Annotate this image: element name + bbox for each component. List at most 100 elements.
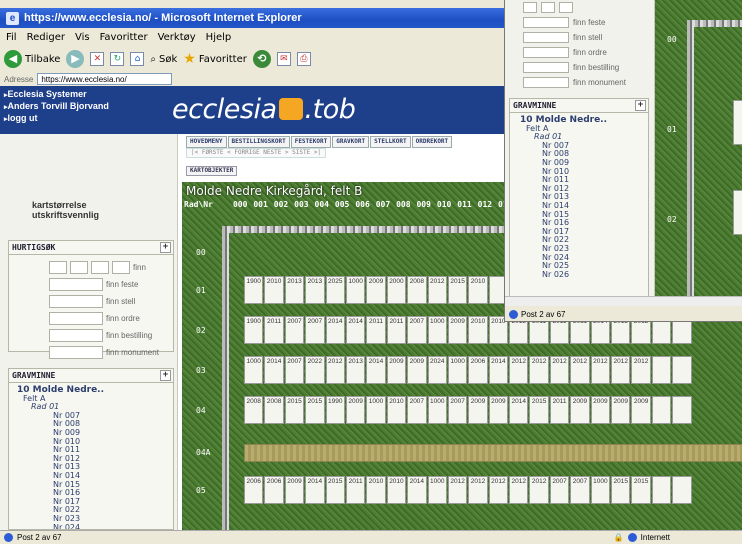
grave-plot[interactable]: 2015 — [447, 276, 468, 304]
grave-plot[interactable]: 2010 — [366, 476, 386, 504]
link-ecclesia-systemer[interactable]: Ecclesia Systemer — [4, 89, 109, 101]
grave-plot[interactable]: 2012 — [488, 476, 509, 504]
grave-plot[interactable]: 2012 — [549, 356, 570, 384]
monument-input[interactable] — [49, 346, 103, 359]
feste-input[interactable] — [49, 278, 103, 291]
grave-plot[interactable]: 2009 — [468, 396, 488, 424]
refresh-button[interactable]: ↻ — [110, 52, 125, 66]
grave-plot[interactable]: 2009 — [631, 396, 651, 424]
stop-button[interactable]: ✕ — [90, 52, 105, 66]
grave-plot[interactable]: 2012 — [611, 356, 631, 384]
grave-plot[interactable]: 1000 — [366, 396, 386, 424]
grave-plot[interactable]: 2000 — [386, 276, 407, 304]
bestilling-input[interactable] — [49, 329, 103, 342]
grave-plot[interactable]: 2015 — [631, 476, 651, 504]
grave-plot[interactable]: 2009 — [366, 276, 386, 304]
grave-input[interactable] — [523, 2, 537, 13]
stell-input[interactable] — [523, 32, 569, 43]
grave-plot[interactable]: 2013 — [345, 356, 366, 384]
history-button[interactable]: ⟲ — [252, 50, 271, 68]
grave-plot[interactable]: 2010 — [264, 276, 284, 304]
grave-plot[interactable] — [672, 396, 692, 424]
grave-plot[interactable]: 2009 — [284, 476, 305, 504]
grave-plot[interactable]: 2007 — [447, 396, 468, 424]
tree-rad[interactable]: Rad 01 — [510, 133, 648, 142]
grave-plot[interactable]: 2014 — [345, 316, 366, 344]
grave-plot[interactable]: 2012 — [529, 476, 549, 504]
pager[interactable]: |< FØRSTE < FORRIGE NESTE > SISTE >| — [186, 148, 327, 158]
grave-plot[interactable]: 2011 — [549, 396, 570, 424]
grave-plot[interactable]: 1000 — [244, 356, 264, 384]
grave-plot[interactable]: 1000 — [427, 396, 447, 424]
grave-plot[interactable]: 2014 — [325, 316, 345, 344]
grave-plot[interactable]: 1900 — [244, 316, 264, 344]
grave-plot[interactable]: 2011 — [345, 476, 366, 504]
grave-plot[interactable]: 2008 — [264, 396, 284, 424]
tree-felt[interactable]: Felt A — [510, 124, 648, 134]
home-button[interactable]: ⌂ — [130, 52, 145, 66]
grave-plot[interactable]: 2012 — [590, 356, 611, 384]
grave-plot[interactable]: 2009 — [345, 396, 366, 424]
grave-plot[interactable]: 2014 — [509, 396, 529, 424]
finn-button[interactable]: finn — [133, 263, 146, 272]
grave-plot[interactable] — [733, 190, 742, 235]
grave-plot[interactable]: 2006 — [264, 476, 284, 504]
grave-plot[interactable]: 2012 — [427, 276, 447, 304]
grave-plot[interactable]: 2022 — [305, 356, 325, 384]
grave-plot[interactable]: 2015 — [611, 476, 631, 504]
mail-button[interactable]: ✉ — [276, 52, 291, 66]
grave-plot[interactable]: 2013 — [284, 276, 305, 304]
grave-plot[interactable]: 2007 — [407, 316, 427, 344]
grave-plot[interactable]: 2007 — [284, 316, 305, 344]
grave-plot[interactable]: 2011 — [366, 316, 386, 344]
grave-plot[interactable]: 1900 — [244, 276, 264, 304]
grave-plot[interactable]: 2014 — [488, 356, 509, 384]
finn-monument-button[interactable]: finn monument — [573, 78, 626, 87]
grave-plot[interactable]: 1000 — [427, 316, 447, 344]
grave-plot[interactable] — [651, 356, 672, 384]
link-logout[interactable]: logg ut — [4, 113, 109, 125]
grave-plot[interactable]: 2015 — [529, 396, 549, 424]
sub-number-input[interactable] — [112, 261, 130, 274]
grave-plot[interactable]: 2015 — [325, 476, 345, 504]
finn-feste-button[interactable]: finn feste — [573, 18, 605, 27]
grave-plot[interactable]: 2025 — [325, 276, 345, 304]
grave-plot[interactable]: 2009 — [447, 316, 468, 344]
grave-plot[interactable]: 2009 — [386, 356, 407, 384]
grave-plot[interactable]: 2012 — [509, 356, 529, 384]
grave-plot[interactable]: 2012 — [529, 356, 549, 384]
grave-plot[interactable]: 2008 — [244, 396, 264, 424]
grave-plot[interactable] — [733, 100, 742, 145]
grave-plot[interactable]: 2009 — [590, 396, 611, 424]
grave-plot[interactable]: 2009 — [488, 396, 509, 424]
grave-plot[interactable]: 1000 — [345, 276, 366, 304]
grave-plot[interactable]: 2013 — [305, 276, 325, 304]
grave-plot[interactable]: 2010 — [386, 396, 407, 424]
grave-plot[interactable]: 2012 — [570, 356, 590, 384]
grave-plot[interactable]: 1000 — [590, 476, 611, 504]
menu-file[interactable]: Fil — [6, 32, 17, 43]
grave-plot[interactable]: 2007 — [570, 476, 590, 504]
grave-plot[interactable]: 2014 — [407, 476, 427, 504]
finn-ordre-button[interactable]: finn ordre — [573, 48, 607, 57]
grave-plot[interactable]: 2011 — [386, 316, 407, 344]
tab-bestillingskort[interactable]: BESTILLINGSKORT — [227, 136, 290, 148]
link-utskriftsvennlig[interactable]: utskriftsvennlig — [32, 210, 99, 220]
grave-plot[interactable]: 2010 — [468, 276, 488, 304]
tab-stellkort[interactable]: STELLKORT — [370, 136, 411, 148]
grave-plot[interactable]: 2007 — [284, 356, 305, 384]
grave-plot[interactable] — [672, 476, 692, 504]
favorites-button[interactable]: ★ Favoritter — [183, 51, 247, 67]
link-user[interactable]: Anders Torvill Bjorvand — [4, 101, 109, 113]
feste-input[interactable] — [523, 17, 569, 28]
field-input[interactable] — [49, 261, 67, 274]
grave-plot[interactable]: 2006 — [468, 356, 488, 384]
grave-plot[interactable] — [651, 396, 672, 424]
finn-stell-button[interactable]: finn stell — [573, 33, 602, 42]
menu-view[interactable]: Vis — [75, 32, 90, 43]
tab-gravkort[interactable]: GRAVKORT — [332, 136, 370, 148]
grave-plot[interactable]: 2010 — [468, 316, 488, 344]
menu-favorites[interactable]: Favoritter — [100, 32, 148, 43]
grave-plot[interactable]: 2012 — [631, 356, 651, 384]
grave-input[interactable] — [559, 2, 573, 13]
